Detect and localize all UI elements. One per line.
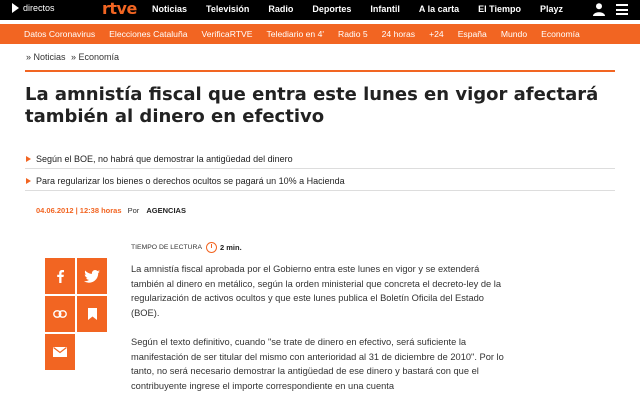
byline-author: AGENCIAS	[146, 206, 186, 215]
nav-item-noticias[interactable]: Noticias	[152, 4, 187, 14]
reading-time-label: TIEMPO DE LECTURA	[131, 244, 202, 251]
subnav-economia[interactable]: Economía	[541, 29, 580, 39]
nav-item-radio[interactable]: Radio	[268, 4, 293, 14]
subnav-espana[interactable]: España	[458, 29, 487, 39]
user-icon[interactable]	[592, 2, 606, 16]
main-nav: Noticias Televisión Radio Deportes Infan…	[152, 4, 582, 14]
bookmark-icon	[87, 308, 97, 320]
sub-navigation-bar: Datos Coronavirus Elecciones Cataluña Ve…	[0, 24, 640, 44]
article-paragraph: La amnistía fiscal aprobada por el Gobie…	[131, 264, 502, 319]
facebook-share-button[interactable]	[45, 258, 75, 294]
facebook-icon	[57, 270, 64, 283]
bullet-text: Para regularizar los bienes o derechos o…	[36, 175, 345, 186]
clock-icon	[206, 242, 217, 253]
bullet-arrow-icon	[26, 155, 31, 162]
subnav-plus24[interactable]: +24	[429, 29, 444, 39]
byline-prefix: Por	[127, 206, 140, 215]
nav-item-infantil[interactable]: Infantil	[370, 4, 400, 14]
nav-item-alacarta[interactable]: A la carta	[419, 4, 459, 14]
reading-time-value: 2 min.	[220, 243, 242, 252]
article-meta: 04.06.2012 | 12:38 horas Por AGENCIAS	[36, 206, 186, 215]
bullet-text: Según el BOE, no habrá que demostrar la …	[36, 153, 293, 164]
nav-item-playz[interactable]: Playz	[540, 4, 563, 14]
nav-item-deportes[interactable]: Deportes	[312, 4, 351, 14]
subnav-24horas[interactable]: 24 horas	[382, 29, 415, 39]
live-link[interactable]: directos	[12, 3, 55, 13]
email-icon	[53, 347, 67, 357]
copy-link-button[interactable]	[45, 296, 75, 332]
breadcrumb-divider	[25, 70, 615, 72]
twitter-share-button[interactable]	[77, 258, 107, 294]
subnav-verificartve[interactable]: VerificaRTVE	[202, 29, 253, 39]
play-icon	[12, 3, 19, 13]
bullet-arrow-icon	[26, 177, 31, 184]
breadcrumb-noticias[interactable]: » Noticias	[26, 52, 66, 62]
nav-item-eltiempo[interactable]: El Tiempo	[478, 4, 521, 14]
summary-bullet: Para regularizar los bienes o derechos o…	[25, 171, 615, 191]
email-share-button[interactable]	[45, 334, 75, 370]
live-label: directos	[23, 3, 55, 13]
article-headline: La amnistía fiscal que entra este lunes …	[25, 84, 599, 127]
subnav-telediario[interactable]: Telediario en 4'	[266, 29, 324, 39]
publish-date: 04.06.2012 | 12:38 horas	[36, 206, 122, 215]
rtve-logo[interactable]: rtve	[102, 0, 137, 18]
breadcrumb-economia[interactable]: » Economía	[71, 52, 119, 62]
article-paragraph: Según el texto definitivo, cuando "se tr…	[131, 336, 504, 391]
subnav-datos-coronavirus[interactable]: Datos Coronavirus	[24, 29, 95, 39]
subnav-elecciones-cataluna[interactable]: Elecciones Cataluña	[109, 29, 187, 39]
reading-time: TIEMPO DE LECTURA 2 min.	[131, 242, 242, 253]
article-body: La amnistía fiscal aprobada por el Gobie…	[131, 262, 506, 400]
subnav-radio5[interactable]: Radio 5	[338, 29, 368, 39]
twitter-icon	[84, 269, 100, 283]
breadcrumb: » Noticias » Economía	[26, 52, 122, 62]
summary-bullet: Según el BOE, no habrá que demostrar la …	[25, 149, 615, 169]
bookmark-button[interactable]	[77, 296, 107, 332]
top-navigation-bar: directos rtve Noticias Televisión Radio …	[0, 0, 640, 20]
nav-item-television[interactable]: Televisión	[206, 4, 249, 14]
link-icon	[53, 310, 67, 318]
subnav-mundo[interactable]: Mundo	[501, 29, 527, 39]
menu-icon[interactable]	[616, 4, 628, 15]
